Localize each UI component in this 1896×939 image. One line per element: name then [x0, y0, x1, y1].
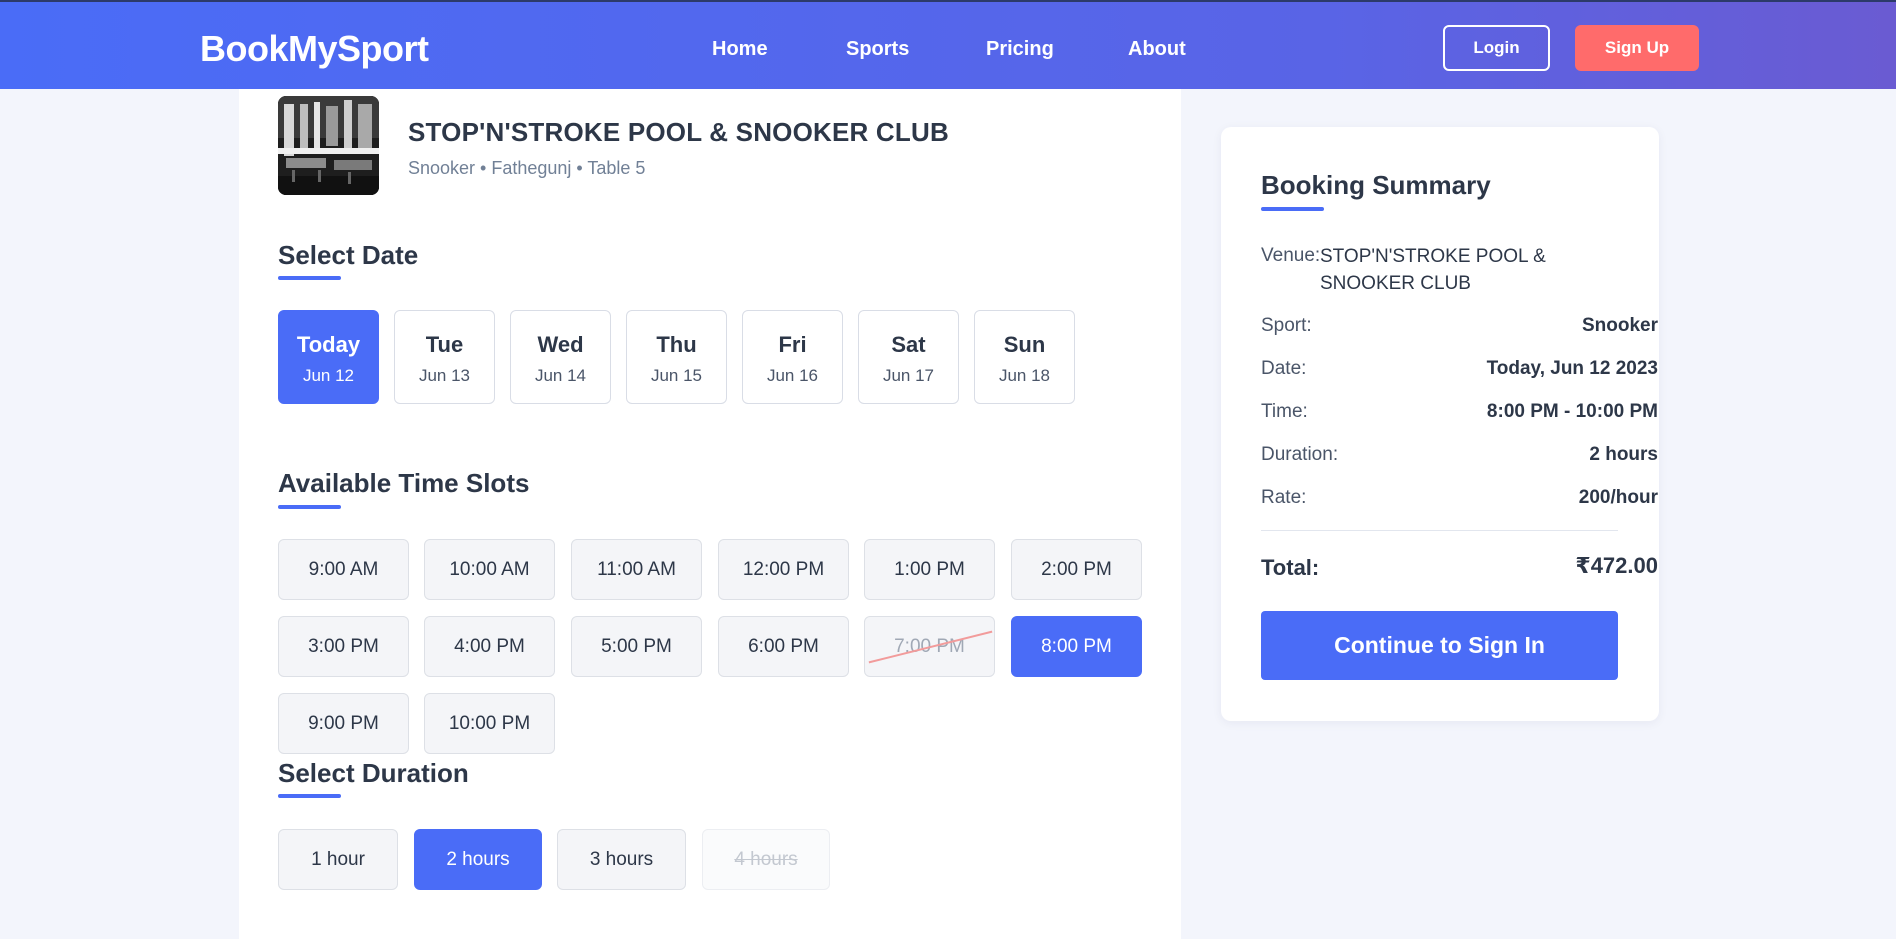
nav-home[interactable]: Home — [712, 38, 768, 61]
continue-to-sign-in-button[interactable]: Continue to Sign In — [1261, 611, 1618, 680]
date-day: Wed — [537, 332, 584, 357]
date-day: Fri — [778, 332, 807, 357]
date-card-thu[interactable]: Thu Jun 15 — [626, 310, 727, 404]
booking-summary-title: Booking Summary — [1261, 170, 1491, 200]
brand-logo[interactable]: BookMySport — [200, 28, 429, 70]
time-slot[interactable]: 6:00 PM — [718, 616, 849, 677]
time-label: Time: — [1261, 401, 1308, 422]
select-date-heading: Select Date — [278, 240, 419, 270]
summary-divider — [1261, 530, 1618, 531]
date-date: Jun 12 — [302, 366, 355, 385]
date-day: Tue — [425, 332, 464, 357]
booking-card — [239, 89, 1181, 939]
duration-3-hours[interactable]: 3 hours — [557, 829, 686, 890]
time-slot[interactable]: 5:00 PM — [571, 616, 702, 677]
date-card-sat[interactable]: Sat Jun 17 — [858, 310, 959, 404]
date-date: Jun 17 — [882, 366, 935, 385]
date-day: Sat — [891, 332, 926, 357]
rate-label: Rate: — [1261, 487, 1307, 508]
select-duration-heading: Select Duration — [278, 758, 469, 788]
date-day: Today — [296, 332, 361, 357]
date-date: Jun 18 — [998, 366, 1051, 385]
duration-label: Duration: — [1261, 444, 1339, 465]
date-card-wed[interactable]: Wed Jun 14 — [510, 310, 611, 404]
select-date-underline — [278, 276, 341, 280]
time-slot-unavailable: 7:00 PM — [864, 616, 995, 677]
duration-2-hours[interactable]: 2 hours — [414, 829, 542, 890]
date-date: Jun 16 — [766, 366, 819, 385]
time-slots-underline — [278, 505, 341, 509]
nav-sports[interactable]: Sports — [846, 38, 909, 61]
venue-meta: Snooker • Fathegunj • Table 5 — [408, 158, 646, 178]
time-slot[interactable]: 10:00 PM — [424, 693, 555, 754]
date-date: Jun 15 — [650, 366, 703, 385]
sport-value: Snooker — [1581, 315, 1658, 336]
select-duration-underline — [278, 794, 341, 798]
time-slot[interactable]: 2:00 PM — [1011, 539, 1142, 600]
time-slot[interactable]: 1:00 PM — [864, 539, 995, 600]
total-label: Total: — [1261, 555, 1320, 580]
time-slot-selected[interactable]: 8:00 PM — [1011, 616, 1142, 677]
signup-button[interactable]: Sign Up — [1575, 25, 1699, 71]
date-value: Today, Jun 12 2023 — [1486, 358, 1658, 379]
date-date: Jun 14 — [534, 366, 587, 385]
time-value: 8:00 PM - 10:00 PM — [1486, 401, 1658, 422]
nav-about[interactable]: About — [1128, 38, 1186, 61]
date-day: Sun — [1003, 332, 1046, 357]
date-day: Thu — [656, 332, 697, 357]
time-slot[interactable]: 9:00 PM — [278, 693, 409, 754]
time-slot[interactable]: 12:00 PM — [718, 539, 849, 600]
sport-label: Sport: — [1261, 315, 1312, 336]
date-card-tue[interactable]: Tue Jun 13 — [394, 310, 495, 404]
venue-label: Venue: — [1261, 245, 1321, 266]
duration-1-hour[interactable]: 1 hour — [278, 829, 398, 890]
nav-pricing[interactable]: Pricing — [986, 38, 1054, 61]
date-date: Jun 13 — [418, 366, 471, 385]
date-label: Date: — [1261, 358, 1307, 379]
time-slot[interactable]: 10:00 AM — [424, 539, 555, 600]
date-card-sun[interactable]: Sun Jun 18 — [974, 310, 1075, 404]
rate-value: 200/hour — [1578, 487, 1658, 508]
time-slot[interactable]: 3:00 PM — [278, 616, 409, 677]
duration-4-hours-unavailable: 4 hours — [702, 829, 830, 890]
time-slot[interactable]: 9:00 AM — [278, 539, 409, 600]
venue-thumbnail — [278, 96, 379, 195]
venue-value: STOP'N'STROKE POOL & SNOOKER CLUB — [1320, 246, 1546, 294]
venue-photo-icon — [278, 96, 379, 195]
time-slot[interactable]: 11:00 AM — [571, 539, 702, 600]
top-navbar: BookMySport Home Sports Pricing About Lo… — [0, 0, 1896, 89]
login-button[interactable]: Login — [1443, 25, 1550, 71]
total-value: ₹472.00 — [1575, 553, 1658, 578]
booking-summary-underline — [1261, 207, 1324, 211]
time-slots-heading: Available Time Slots — [278, 468, 530, 498]
time-slot[interactable]: 4:00 PM — [424, 616, 555, 677]
date-card-today[interactable]: Today Jun 12 — [278, 310, 379, 404]
venue-name: STOP'N'STROKE POOL & SNOOKER CLUB — [408, 117, 949, 147]
duration-value: 2 hours — [1589, 444, 1658, 465]
date-card-fri[interactable]: Fri Jun 16 — [742, 310, 843, 404]
